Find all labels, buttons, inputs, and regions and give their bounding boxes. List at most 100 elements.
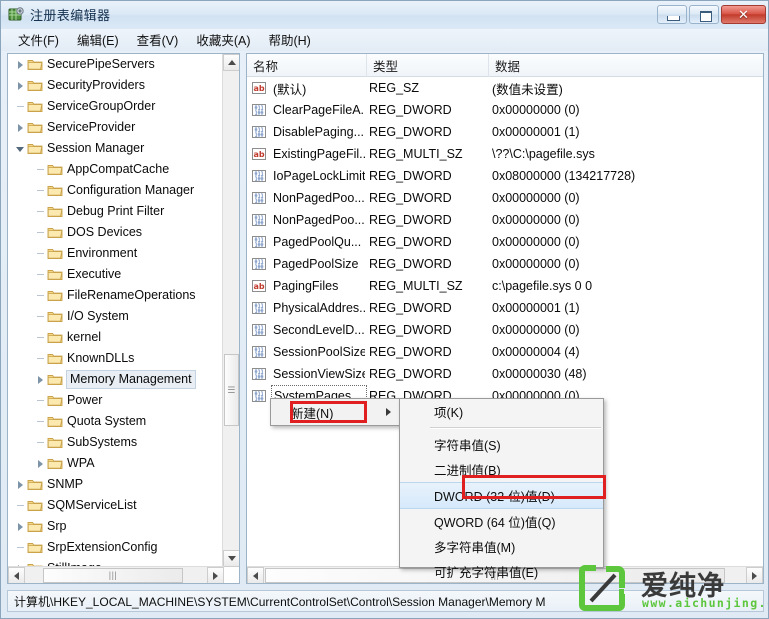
list-scroll-right-button[interactable] (746, 567, 763, 583)
tree-vertical-scrollbar[interactable]: ☰ (222, 54, 239, 567)
maximize-button[interactable] (689, 5, 719, 24)
tree-node-debug-print-filter[interactable]: Debug Print Filter (8, 201, 223, 222)
registry-value-row[interactable]: 011 100 NonPagedPoo... REG_DWORD 0x00000000 … (247, 209, 763, 231)
tree-node-securepipeservers[interactable]: SecurePipeServers (8, 54, 223, 75)
column-header-data[interactable]: 数据 (489, 54, 763, 77)
tree-node-i-o-system[interactable]: I/O System (8, 306, 223, 327)
registry-value-row[interactable]: 011 100 SessionViewSize REG_DWORD 0x00000030… (247, 363, 763, 385)
tree-node-session-manager[interactable]: Session Manager (8, 138, 223, 159)
tree-node-servicegrouporder[interactable]: ServiceGroupOrder (8, 96, 223, 117)
value-data-cell: 0x00000000 (0) (492, 191, 580, 205)
tree-expander-icon[interactable] (14, 520, 27, 533)
tree-expander-icon[interactable] (14, 121, 27, 134)
submenu-item-label: 字符串值(S) (434, 439, 501, 453)
value-data-cell: 0x00000000 (0) (492, 257, 580, 271)
menu-view[interactable]: 查看(V) (128, 28, 188, 52)
value-name-cell: PagingFiles (273, 279, 339, 293)
folder-icon (47, 205, 63, 218)
registry-tree[interactable]: SecurePipeServers SecurityProviders Servic… (8, 54, 223, 567)
context-menu: 新建(N) (270, 398, 401, 426)
submenu-item-4[interactable]: QWORD (64 位)值(Q) (400, 509, 603, 534)
column-header-name[interactable]: 名称 (247, 54, 367, 77)
tree-scroll-left-button[interactable] (8, 567, 25, 583)
value-type-cell: REG_DWORD (369, 169, 452, 183)
registry-value-row[interactable]: 011 100 DisablePaging... REG_DWORD 0x0000000… (247, 121, 763, 143)
registry-value-row[interactable]: 011 100 PagedPoolQu... REG_DWORD 0x00000000 … (247, 231, 763, 253)
registry-value-row[interactable]: ab (默认) REG_SZ (数值未设置) (247, 77, 763, 99)
close-button[interactable]: ✕ (721, 5, 766, 24)
tree-expander-icon[interactable] (14, 142, 27, 155)
folder-icon (27, 142, 43, 155)
registry-value-row[interactable]: ab PagingFiles REG_MULTI_SZ c:\pagefile.sys… (247, 275, 763, 297)
tree-node-srp[interactable]: Srp (8, 516, 223, 537)
tree-expander-icon[interactable] (14, 79, 27, 92)
svg-text:100: 100 (254, 198, 263, 204)
tree-node-appcompatcache[interactable]: AppCompatCache (8, 159, 223, 180)
registry-value-row[interactable]: ab ExistingPageFil... REG_MULTI_SZ \??\C:\p… (247, 143, 763, 165)
tree-scroll-right-button[interactable] (207, 567, 224, 583)
close-icon: ✕ (738, 6, 749, 22)
chevron-right-icon (752, 571, 757, 580)
tree-node-dos-devices[interactable]: DOS Devices (8, 222, 223, 243)
registry-value-row[interactable]: 011 100 NonPagedPoo... REG_DWORD 0x00000000 … (247, 187, 763, 209)
tree-node-subsystems[interactable]: SubSystems (8, 432, 223, 453)
menu-edit[interactable]: 编辑(E) (68, 28, 128, 52)
submenu-item-3[interactable]: DWORD (32-位)值(D) (400, 482, 603, 509)
tree-node-snmp[interactable]: SNMP (8, 474, 223, 495)
tree-expander-icon[interactable] (34, 457, 47, 470)
tree-scroll-thumb[interactable]: ☰ (224, 354, 239, 426)
tree-expander-icon[interactable] (14, 58, 27, 71)
tree-node-filerenameoperations[interactable]: FileRenameOperations (8, 285, 223, 306)
list-scroll-left-button[interactable] (247, 567, 264, 583)
tree-node-serviceprovider[interactable]: ServiceProvider (8, 117, 223, 138)
tree-horizontal-scrollbar[interactable]: ||| (8, 566, 224, 583)
tree-expander-icon[interactable] (14, 478, 27, 491)
folder-icon (27, 58, 43, 71)
submenu-item-2[interactable]: 二进制值(B) (400, 457, 603, 482)
tree-node-sqmservicelist[interactable]: SQMServiceList (8, 495, 223, 516)
tree-scroll-up-button[interactable] (223, 54, 239, 71)
tree-node-memory-management[interactable]: Memory Management (8, 369, 223, 390)
submenu-item-6[interactable]: 可扩充字符串值(E) (400, 559, 603, 584)
tree-node-knowndlls[interactable]: KnownDLLs (8, 348, 223, 369)
submenu-item-1[interactable]: 字符串值(S) (400, 432, 603, 457)
tree-node-executive[interactable]: Executive (8, 264, 223, 285)
menu-file[interactable]: 文件(F) (9, 28, 68, 52)
submenu-item-0[interactable]: 项(K) (400, 399, 603, 424)
registry-value-row[interactable]: 011 100 SessionPoolSize REG_DWORD 0x00000004… (247, 341, 763, 363)
title-bar[interactable]: 注册表编辑器 ✕ (1, 1, 768, 29)
svg-text:100: 100 (254, 308, 263, 314)
tree-node-quota-system[interactable]: Quota System (8, 411, 223, 432)
menu-help[interactable]: 帮助(H) (259, 28, 319, 52)
svg-text:ab: ab (253, 84, 264, 93)
folder-icon (47, 457, 63, 470)
tree-connector (34, 184, 47, 197)
tree-hscroll-thumb[interactable]: ||| (43, 568, 183, 583)
registry-value-row[interactable]: 011 100 PagedPoolSize REG_DWORD 0x00000000 (… (247, 253, 763, 275)
svg-text:ab: ab (253, 150, 264, 159)
column-header-type[interactable]: 类型 (367, 54, 489, 77)
svg-text:100: 100 (254, 352, 263, 358)
tree-expander-icon[interactable] (34, 373, 47, 386)
tree-connector (34, 289, 47, 302)
tree-node-configuration-manager[interactable]: Configuration Manager (8, 180, 223, 201)
tree-node-wpa[interactable]: WPA (8, 453, 223, 474)
tree-node-kernel[interactable]: kernel (8, 327, 223, 348)
registry-value-row[interactable]: 011 100 SecondLevelD... REG_DWORD 0x00000000… (247, 319, 763, 341)
tree-node-power[interactable]: Power (8, 390, 223, 411)
dword-value-icon: 011 100 (251, 190, 267, 206)
menu-favorites[interactable]: 收藏夹(A) (187, 28, 259, 52)
value-data-cell: 0x00000030 (48) (492, 367, 587, 381)
registry-value-row[interactable]: 011 100 PhysicalAddres... REG_DWORD 0x000000… (247, 297, 763, 319)
tree-node-securityproviders[interactable]: SecurityProviders (8, 75, 223, 96)
svg-text:100: 100 (254, 242, 263, 248)
tree-node-srpextensionconfig[interactable]: SrpExtensionConfig (8, 537, 223, 558)
registry-value-row[interactable]: 011 100 IoPageLockLimit REG_DWORD 0x08000000… (247, 165, 763, 187)
registry-value-row[interactable]: 011 100 ClearPageFileA... REG_DWORD 0x000000… (247, 99, 763, 121)
tree-node-environment[interactable]: Environment (8, 243, 223, 264)
submenu-item-5[interactable]: 多字符串值(M) (400, 534, 603, 559)
tree-scroll-down-button[interactable] (223, 550, 239, 567)
submenu-item-label: 项(K) (434, 406, 464, 420)
minimize-button[interactable] (657, 5, 687, 24)
context-menu-item-new[interactable]: 新建(N) (271, 399, 400, 425)
